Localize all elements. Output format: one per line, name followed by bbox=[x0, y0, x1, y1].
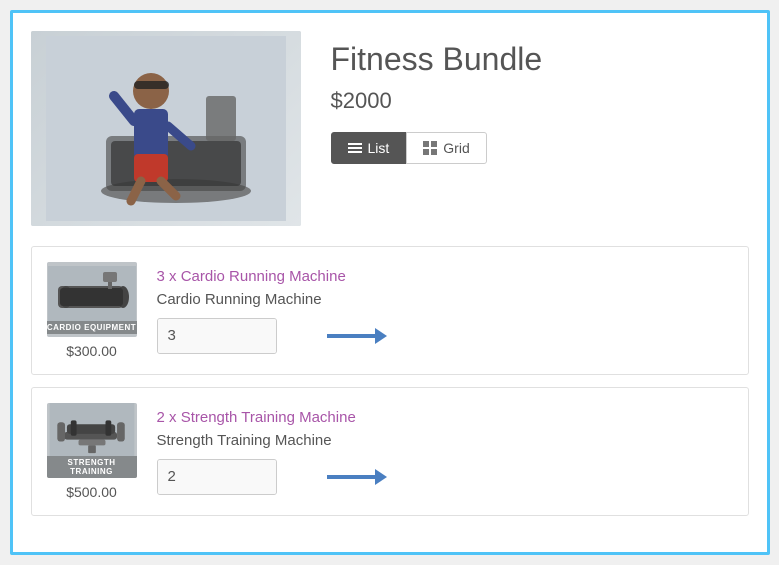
list-view-button[interactable]: List bbox=[331, 132, 407, 164]
strength-thumb-label: STRENGTH TRAINING bbox=[47, 456, 137, 478]
item-card-strength: STRENGTH TRAINING $500.00 2 x Strength T… bbox=[31, 387, 749, 516]
product-price: $2000 bbox=[331, 88, 749, 114]
hero-image bbox=[31, 31, 301, 226]
strength-arrow bbox=[327, 465, 387, 489]
cardio-quantity-wrap: ▲ ▼ bbox=[157, 318, 733, 354]
cardio-thumb-svg bbox=[48, 266, 136, 321]
grid-view-button[interactable]: Grid bbox=[406, 132, 486, 164]
cardio-quantity-group: ▲ ▼ bbox=[157, 318, 277, 354]
product-page: Fitness Bundle $2000 List Grid bbox=[10, 10, 770, 555]
strength-quantity-group: ▲ ▼ bbox=[157, 459, 277, 495]
items-list: CARDIO EQUIPMENT $300.00 3 x Cardio Runn… bbox=[31, 246, 749, 516]
item-thumb-wrap-cardio: CARDIO EQUIPMENT $300.00 bbox=[47, 262, 137, 359]
top-section: Fitness Bundle $2000 List Grid bbox=[31, 31, 749, 226]
cardio-thumb-label: CARDIO EQUIPMENT bbox=[47, 321, 137, 334]
cardio-name: Cardio Running Machine bbox=[157, 291, 733, 308]
product-title: Fitness Bundle bbox=[331, 41, 749, 78]
cardio-price: $300.00 bbox=[66, 343, 117, 359]
strength-heading: 2 x Strength Training Machine bbox=[157, 409, 733, 426]
cardio-heading: 3 x Cardio Running Machine bbox=[157, 268, 733, 285]
cardio-arrow bbox=[327, 324, 387, 348]
strength-quantity-wrap: ▲ ▼ bbox=[157, 459, 733, 495]
cardio-qty-prefix: 3 x bbox=[157, 268, 181, 285]
list-button-label: List bbox=[368, 140, 390, 156]
grid-icon bbox=[423, 141, 437, 155]
product-info: Fitness Bundle $2000 List Grid bbox=[331, 31, 749, 226]
cardio-quantity-input[interactable] bbox=[158, 319, 277, 353]
view-buttons: List Grid bbox=[331, 132, 749, 164]
hero-illustration bbox=[46, 36, 286, 221]
strength-quantity-input[interactable] bbox=[158, 460, 277, 494]
strength-price: $500.00 bbox=[66, 484, 117, 500]
strength-qty-prefix: 2 x bbox=[157, 409, 181, 426]
strength-name: Strength Training Machine bbox=[157, 432, 733, 449]
item-card-cardio: CARDIO EQUIPMENT $300.00 3 x Cardio Runn… bbox=[31, 246, 749, 375]
grid-button-label: Grid bbox=[443, 140, 469, 156]
cardio-heading-main: Cardio Running Machine bbox=[181, 268, 346, 285]
item-thumbnail-cardio: CARDIO EQUIPMENT bbox=[47, 262, 137, 337]
strength-details: 2 x Strength Training Machine Strength T… bbox=[157, 409, 733, 495]
item-thumb-wrap-strength: STRENGTH TRAINING $500.00 bbox=[47, 403, 137, 500]
list-icon bbox=[348, 143, 362, 153]
item-thumbnail-strength: STRENGTH TRAINING bbox=[47, 403, 137, 478]
strength-heading-main: Strength Training Machine bbox=[181, 409, 356, 426]
cardio-details: 3 x Cardio Running Machine Cardio Runnin… bbox=[157, 268, 733, 354]
strength-thumb-svg bbox=[48, 403, 136, 456]
